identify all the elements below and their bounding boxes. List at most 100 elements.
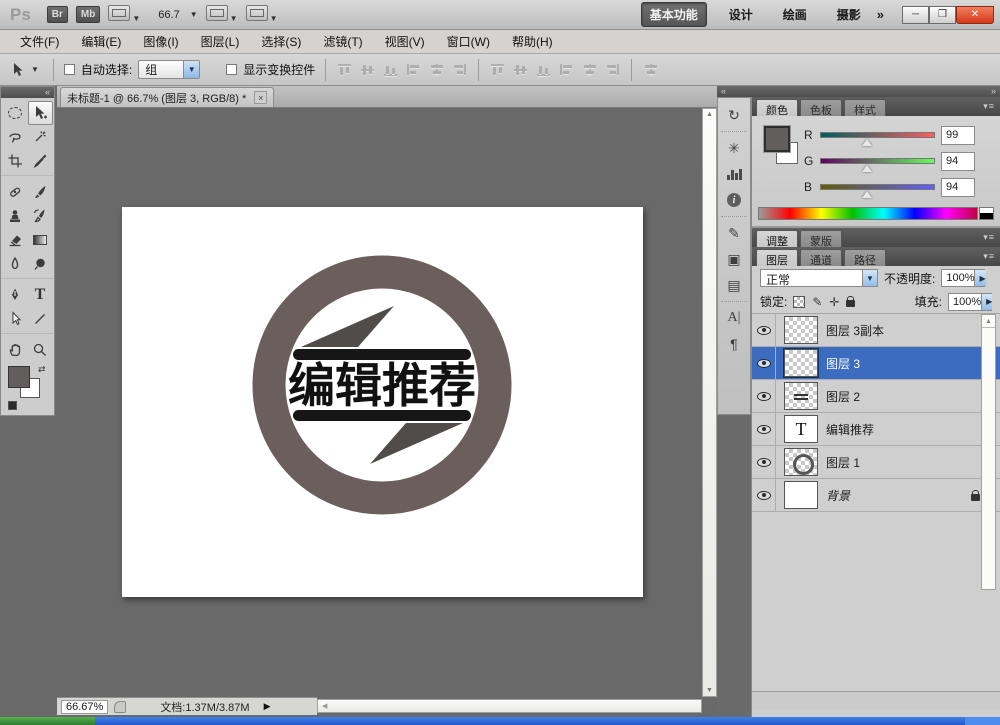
- history-panel-icon[interactable]: ↻: [722, 103, 746, 127]
- menu-item[interactable]: 编辑(E): [71, 30, 131, 53]
- swap-colors-icon[interactable]: ⇄: [38, 364, 46, 375]
- eyedropper-tool[interactable]: [28, 149, 53, 173]
- move-tool[interactable]: [28, 101, 53, 125]
- default-colors-icon[interactable]: [8, 401, 17, 410]
- workspace-button[interactable]: 设计: [721, 3, 761, 26]
- align-center-icon[interactable]: [428, 62, 445, 77]
- slider-thumb-icon[interactable]: [862, 191, 872, 198]
- zoom-tool[interactable]: [28, 338, 53, 362]
- fill-field[interactable]: 100% ▶: [948, 293, 992, 311]
- panel-tab[interactable]: 色板: [800, 99, 842, 116]
- bridge-button[interactable]: Br: [47, 6, 68, 23]
- layer-thumbnail[interactable]: [784, 481, 818, 509]
- histogram-panel-icon[interactable]: [722, 162, 746, 186]
- layer-name[interactable]: 图层 3: [826, 355, 980, 372]
- layer-name[interactable]: 图层 1: [826, 454, 980, 471]
- align-middle-icon[interactable]: [359, 62, 376, 77]
- vertical-scrollbar[interactable]: ▲ ▼: [702, 108, 717, 697]
- auto-select-dropdown[interactable]: 组 ▼: [138, 60, 200, 79]
- align-right-icon[interactable]: [451, 62, 468, 77]
- channel-value-field[interactable]: 94: [941, 152, 975, 171]
- taskbar-start-segment[interactable]: [0, 717, 95, 725]
- lock-transparent-icon[interactable]: [793, 296, 805, 308]
- channel-slider[interactable]: [820, 158, 935, 164]
- layer-row[interactable]: 图层 3副本: [752, 314, 1000, 347]
- eraser-tool[interactable]: [3, 228, 28, 252]
- minibridge-button[interactable]: Mb: [76, 6, 100, 23]
- marquee-tool[interactable]: [3, 101, 28, 125]
- magic-wand-tool[interactable]: [28, 125, 53, 149]
- blend-mode-dropdown[interactable]: 正常 ▼: [760, 269, 878, 287]
- distribute-right-icon[interactable]: [604, 62, 621, 77]
- pen-tool[interactable]: [3, 283, 28, 307]
- status-menu-arrow-icon[interactable]: ▶: [264, 701, 271, 712]
- brush-tool[interactable]: [28, 180, 53, 204]
- panel-tab[interactable]: 调整: [756, 230, 798, 247]
- lock-position-icon[interactable]: ✛: [829, 295, 839, 309]
- zoom-level-field[interactable]: 66.7: [158, 9, 179, 21]
- auto-select-checkbox[interactable]: [64, 64, 75, 75]
- distribute-bottom-icon[interactable]: [535, 62, 552, 77]
- layer-visibility-eye-icon[interactable]: [757, 425, 771, 434]
- collapse-tools-icon[interactable]: «: [1, 87, 54, 98]
- styles-wheel-icon[interactable]: ✳: [722, 136, 746, 160]
- layer-thumbnail[interactable]: [784, 382, 818, 410]
- history-brush-tool[interactable]: [28, 204, 53, 228]
- panel-tab[interactable]: 通道: [800, 249, 842, 266]
- channel-slider[interactable]: [820, 184, 935, 190]
- channel-value-field[interactable]: 99: [941, 126, 975, 145]
- paragraph-panel-icon[interactable]: ¶: [722, 332, 746, 356]
- close-button[interactable]: ✕: [956, 6, 994, 24]
- foreground-color-swatch[interactable]: [8, 366, 30, 388]
- panel-tab[interactable]: 图层: [756, 249, 798, 266]
- scroll-up-icon[interactable]: ▲: [703, 111, 716, 118]
- document-tab[interactable]: 未标题-1 @ 66.7% (图层 3, RGB/8) * ×: [60, 87, 274, 107]
- lasso-tool[interactable]: [3, 125, 28, 149]
- lock-all-icon[interactable]: [846, 300, 855, 307]
- minimize-button[interactable]: ─: [902, 6, 929, 24]
- collapse-dock-icon[interactable]: «: [721, 86, 726, 97]
- layer-visibility-eye-icon[interactable]: [757, 392, 771, 401]
- layer-row[interactable]: 背景: [752, 479, 1000, 512]
- canvas[interactable]: 编辑推荐: [122, 207, 643, 597]
- menu-item[interactable]: 选择(S): [251, 30, 311, 53]
- layer-row[interactable]: 图层 3: [752, 347, 1000, 380]
- tab-close-icon[interactable]: ×: [254, 91, 267, 104]
- panel-menu-icon[interactable]: ▾≡: [983, 101, 995, 112]
- scroll-down-icon[interactable]: ▼: [703, 687, 716, 694]
- windows-taskbar[interactable]: [0, 717, 1000, 725]
- lock-paint-icon[interactable]: ✎: [812, 295, 822, 309]
- menu-item[interactable]: 图像(I): [133, 30, 188, 53]
- scroll-up-icon[interactable]: ▲: [982, 315, 995, 328]
- dodge-burn-tool[interactable]: [28, 252, 53, 276]
- layer-visibility-eye-icon[interactable]: [757, 326, 771, 335]
- menu-item[interactable]: 文件(F): [10, 30, 69, 53]
- layer-row[interactable]: 图层 1: [752, 446, 1000, 479]
- blur-tool[interactable]: [3, 252, 28, 276]
- distribute-center-icon[interactable]: [581, 62, 598, 77]
- workspace-button[interactable]: 基本功能: [641, 2, 707, 27]
- info-panel-icon[interactable]: i: [722, 188, 746, 212]
- layer-thumbnail[interactable]: [784, 316, 818, 344]
- distribute-left-icon[interactable]: [558, 62, 575, 77]
- layer-name[interactable]: 背景: [826, 487, 971, 504]
- layer-visibility-eye-icon[interactable]: [757, 359, 771, 368]
- arrange-documents-button[interactable]: ▼: [206, 5, 238, 24]
- layer-visibility-eye-icon[interactable]: [757, 491, 771, 500]
- layers-scrollbar[interactable]: ▲: [981, 314, 996, 590]
- panel-tab[interactable]: 蒙版: [800, 230, 842, 247]
- layer-thumbnail[interactable]: [784, 349, 818, 377]
- opacity-field[interactable]: 100% ▶: [941, 269, 985, 287]
- workspace-button[interactable]: 摄影: [829, 3, 869, 26]
- tool-preset-picker[interactable]: ▼: [6, 62, 43, 78]
- horizontal-scrollbar[interactable]: ◀: [317, 699, 702, 713]
- layer-name[interactable]: 图层 3副本: [826, 322, 980, 339]
- scroll-left-icon[interactable]: ◀: [322, 702, 327, 710]
- layer-row[interactable]: 图层 2: [752, 380, 1000, 413]
- distribute-top-icon[interactable]: [489, 62, 506, 77]
- line-shape-tool[interactable]: [28, 307, 53, 331]
- character-panel-icon[interactable]: A|: [722, 306, 746, 330]
- restore-button[interactable]: ❐: [929, 6, 956, 24]
- status-zoom-field[interactable]: 66.67%: [61, 700, 108, 714]
- align-bottom-icon[interactable]: [382, 62, 399, 77]
